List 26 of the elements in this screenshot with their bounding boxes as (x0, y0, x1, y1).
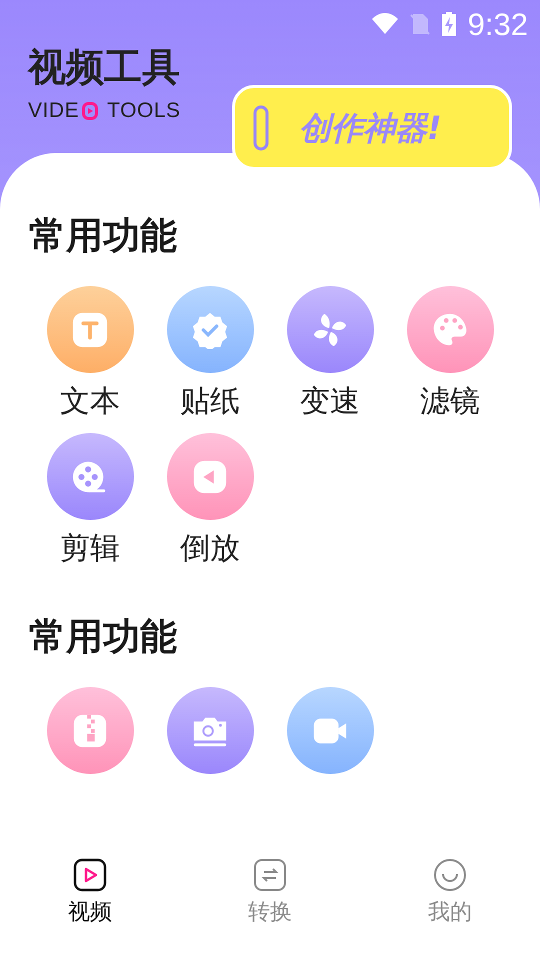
tool-label: 贴纸 (180, 387, 240, 417)
section-title: 常用功能 (28, 217, 178, 254)
badge-check-icon (191, 310, 229, 348)
battery-charging-icon (442, 12, 456, 36)
nav-tab[interactable]: 转换 (210, 858, 330, 960)
nav-tab[interactable]: 我的 (390, 858, 510, 960)
section-title: 常用功能 (28, 618, 178, 655)
smile-icon (433, 858, 467, 892)
tool-label: 变速 (300, 387, 360, 417)
tool-label: 滤镜 (420, 387, 480, 417)
subtitle-text: TOOLS (107, 100, 181, 121)
no-sim-icon (410, 13, 430, 35)
text-icon (71, 310, 109, 348)
pill-icon (253, 104, 269, 150)
tool-label: 倒放 (180, 534, 240, 564)
play-logo-icon (82, 102, 98, 120)
clock: 9:32 (468, 8, 528, 40)
app-title: 视频工具 (28, 48, 181, 86)
tool-label: 文本 (60, 387, 120, 417)
nav-tab[interactable]: 视频 (30, 858, 150, 960)
slogan-text: 创作神器! (299, 112, 442, 144)
wifi-icon (372, 13, 398, 35)
tool-label: 剪辑 (60, 534, 120, 564)
subtitle-text: VIDE (28, 100, 80, 121)
swap-icon (253, 858, 287, 892)
play-icon (73, 858, 107, 892)
